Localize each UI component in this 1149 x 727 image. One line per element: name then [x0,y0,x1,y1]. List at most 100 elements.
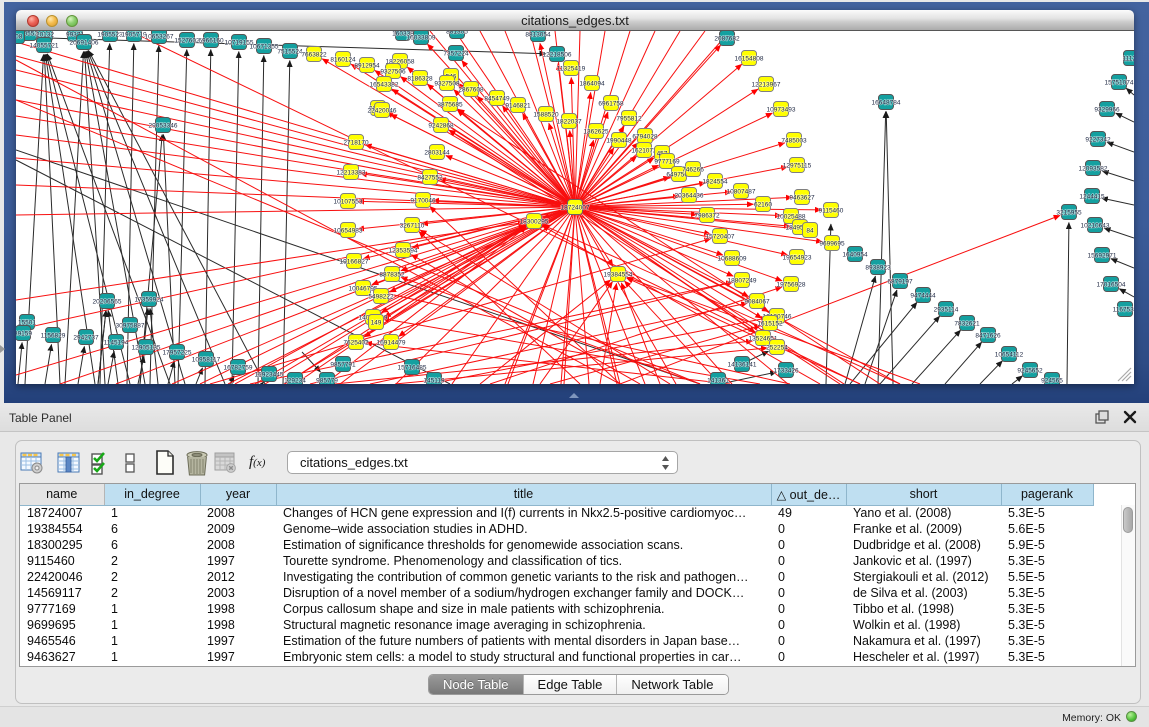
svg-text:7955812: 7955812 [616,115,642,122]
svg-text:8813054: 8813054 [525,31,551,38]
svg-text:7832621: 7832621 [954,320,980,327]
svg-text:10807487: 10807487 [727,188,756,195]
svg-text:9245652: 9245652 [1017,367,1043,374]
svg-text:1640954: 1640954 [842,251,868,258]
svg-text:8454749: 8454749 [484,95,510,102]
svg-text:18724007: 18724007 [561,204,590,211]
svg-text:16914479: 16914479 [377,339,406,346]
svg-text:10107553: 10107553 [334,198,363,205]
svg-text:16648784: 16648784 [872,99,901,106]
svg-text:9474444: 9474444 [910,292,936,299]
svg-text:15720407: 15720407 [706,233,735,240]
svg-text:1244415: 1244415 [1079,193,1105,200]
svg-text:7515524: 7515524 [277,48,303,55]
svg-text:10958117: 10958117 [192,356,221,363]
svg-text:16033809: 16033809 [407,34,436,41]
svg-text:20691406: 20691406 [70,39,99,46]
svg-text:6966160: 6966160 [198,37,224,44]
svg-text:746266: 746266 [682,166,704,173]
svg-text:9115460: 9115460 [819,207,844,214]
svg-text:17016504: 17016504 [1097,281,1126,288]
svg-text:8912954: 8912954 [354,62,380,69]
svg-text:1167533: 1167533 [1113,306,1134,313]
svg-text:11325419: 11325419 [557,65,586,72]
svg-text:12923445: 12923445 [255,371,284,378]
svg-text:3267110: 3267110 [400,222,425,229]
svg-text:129234: 129234 [284,377,306,384]
svg-text:12353594: 12353594 [389,247,418,254]
svg-text:19654923: 19654923 [783,254,812,261]
svg-text:30975887: 30975887 [116,322,145,329]
svg-text:8160124: 8160124 [330,56,356,63]
svg-text:19756928: 19756928 [777,281,806,288]
svg-text:1990448: 1990448 [606,137,632,144]
svg-text:145119: 145119 [423,377,445,384]
svg-text:1588520: 1588520 [533,111,559,118]
svg-text:1621072: 1621072 [631,147,657,154]
svg-text:10671355: 10671355 [250,43,279,50]
svg-text:16782759: 16782759 [224,364,253,371]
svg-text:8878352: 8878352 [379,271,405,278]
svg-text:2867608: 2867608 [458,86,484,93]
svg-text:1905719: 1905719 [121,31,147,38]
svg-text:17957225: 17957225 [163,349,192,356]
svg-text:9857791: 9857791 [330,361,356,368]
svg-text:141361: 141361 [707,377,729,384]
svg-text:14136141: 14136141 [728,361,757,368]
svg-text:6961758: 6961758 [598,100,624,107]
svg-text:9327506: 9327506 [380,68,406,75]
svg-text:1864094: 1864094 [579,80,605,87]
svg-text:62160: 62160 [754,201,772,208]
svg-text:14055721: 14055721 [30,42,59,49]
svg-text:7625402: 7625402 [343,339,369,346]
svg-text:18807249: 18807249 [728,277,757,284]
svg-text:10654983: 10654983 [334,227,363,234]
svg-text:2718170: 2718170 [343,139,369,146]
svg-text:16543382: 16543382 [370,81,399,88]
svg-text:39159: 39159 [16,330,32,337]
svg-text:15751074: 15751074 [1105,79,1134,86]
svg-text:6879197: 6879197 [887,278,913,285]
svg-text:8186328: 8186328 [407,75,433,82]
svg-text:18300295: 18300295 [520,218,549,225]
svg-text:924565: 924565 [1041,377,1063,384]
svg-text:12213383: 12213383 [337,169,366,176]
svg-text:9146821: 9146821 [505,102,531,109]
svg-text:3215955: 3215955 [1056,209,1082,216]
svg-text:10653267: 10653267 [145,33,174,40]
svg-text:1362625: 1362625 [583,128,609,135]
svg-text:2803144: 2803144 [424,149,450,156]
svg-text:9084067: 9084067 [744,298,770,305]
svg-text:12213967: 12213967 [752,81,781,88]
svg-text:252254: 252254 [766,344,788,351]
svg-text:16154808: 16154808 [735,55,764,62]
svg-text:12905135: 12905135 [132,344,161,351]
svg-text:7663822: 7663822 [301,51,327,58]
svg-text:9327508: 9327508 [434,80,460,87]
svg-text:2942737: 2942737 [73,334,99,341]
svg-text:7357224: 7357224 [443,50,469,57]
svg-text:1527602: 1527602 [174,37,200,44]
svg-text:1733426: 1733426 [773,367,799,374]
svg-text:9699695: 9699695 [819,240,845,247]
svg-text:3875685: 3875685 [437,101,463,108]
svg-text:7485003: 7485003 [781,137,807,144]
svg-text:10688609: 10688609 [718,255,747,262]
svg-text:7986372: 7986372 [694,212,720,219]
svg-text:1156829: 1156829 [41,332,66,339]
svg-text:881305: 881305 [446,31,468,35]
svg-text:12093582: 12093582 [1079,165,1108,172]
svg-text:8471626: 8471626 [975,332,1001,339]
svg-text:9227342: 9227342 [1085,136,1111,143]
svg-text:84: 84 [806,227,814,234]
svg-text:9329966: 9329966 [1094,106,1120,113]
svg-text:1615152: 1615152 [757,320,783,327]
svg-text:1822037: 1822037 [556,118,582,125]
svg-text:29053346: 29053346 [149,122,178,129]
svg-text:985779: 985779 [316,377,338,384]
svg-text:9170046: 9170046 [410,197,436,204]
svg-text:22420046: 22420046 [368,107,397,114]
svg-text:12975115: 12975115 [783,162,812,169]
svg-text:149: 149 [371,319,382,326]
svg-text:1824554: 1824554 [702,178,728,185]
